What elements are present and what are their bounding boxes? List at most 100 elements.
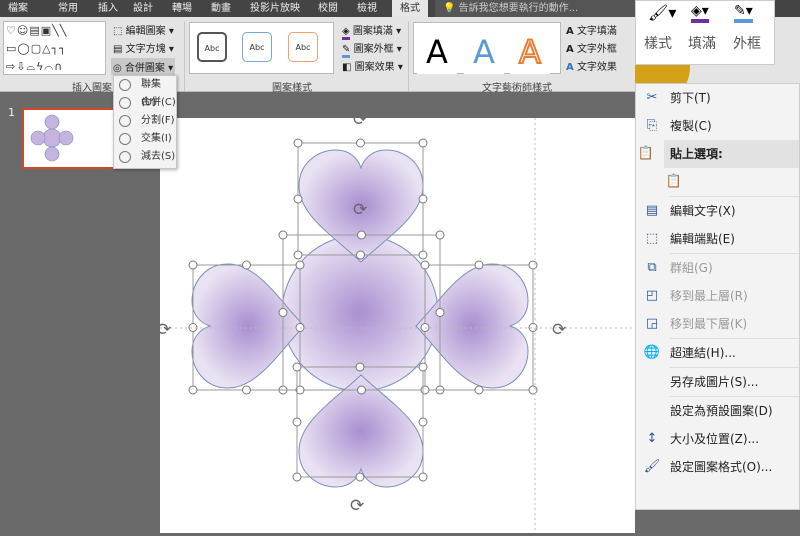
format-shape-icon: 🖌 [643, 459, 661, 474]
shape-fill-button[interactable]: ◈ 圖案填滿 ▾ [342, 22, 401, 40]
outline-button[interactable]: 外框 [733, 33, 761, 53]
context-menu-item[interactable]: ↕ 大小及位置(Z)... [636, 425, 799, 453]
shape-gallery[interactable]: ♡☺▤▣╲╲ ▭◯▢△┐┐ ⇨⇩⌓ϟ⌒∩ [3, 21, 106, 75]
merge-menu-item[interactable]: 交集(I) [114, 130, 176, 148]
context-menu-item[interactable]: 另存成圖片(S)... [636, 368, 799, 396]
shape-style-3[interactable]: Abc [288, 32, 318, 62]
rotate-handle-icon[interactable]: ⟳ [552, 320, 566, 340]
resize-handle[interactable] [528, 385, 538, 395]
context-menu-item[interactable]: ◲ 移到最下層(K) [636, 310, 799, 338]
resize-handle[interactable] [356, 250, 365, 260]
rotate-handle-icon[interactable]: ⟳ [350, 496, 364, 516]
tab-1[interactable]: 常用 [58, 0, 78, 17]
fill-button[interactable]: 填滿 [688, 33, 716, 53]
wordart-style-1[interactable]: A [417, 30, 457, 74]
context-menu-item[interactable]: ⎘ 複製(C) [636, 112, 799, 140]
resize-handle[interactable] [293, 194, 303, 204]
resize-handle[interactable] [356, 138, 365, 148]
context-menu-item[interactable]: 📋 [636, 168, 799, 196]
context-menu-item[interactable]: 🖌 設定圖案格式(O)... [636, 453, 799, 481]
context-menu-item[interactable]: ⧉ 群組(G) [636, 254, 799, 282]
outline-icon[interactable]: ✎▾ [734, 3, 753, 23]
resize-handle[interactable] [188, 260, 198, 270]
context-menu-item[interactable]: ✂ 剪下(T) [636, 84, 799, 112]
shape-outline-button[interactable]: ✎ 圖案外框 ▾ [342, 40, 402, 58]
wordart-style-3[interactable]: A [510, 30, 550, 74]
context-menu-item[interactable]: 🌐 超連結(H)... [636, 339, 799, 367]
resize-handle[interactable] [293, 138, 303, 148]
style-button[interactable]: 樣式 [644, 33, 672, 53]
context-menu-item[interactable]: ⬚ 編輯端點(E) [636, 225, 799, 253]
tab-3[interactable]: 設計 [133, 0, 153, 17]
resize-handle[interactable] [474, 260, 484, 270]
wordart-gallery[interactable]: A A A [413, 22, 561, 74]
shape-style-2[interactable]: Abc [242, 32, 272, 62]
text-effects-button[interactable]: A 文字效果 [566, 58, 617, 73]
context-menu-item[interactable]: ▤ 編輯文字(X) [636, 197, 799, 225]
resize-handle[interactable] [435, 308, 445, 317]
resize-handle[interactable] [357, 385, 366, 395]
resize-handle[interactable] [357, 230, 366, 240]
resize-handle[interactable] [418, 138, 428, 148]
slide-number: 1 [8, 106, 15, 119]
resize-handle[interactable] [278, 308, 288, 317]
resize-handle[interactable] [528, 260, 538, 270]
rotate-handle-icon[interactable]: ⟳ [353, 110, 367, 130]
shape-style-1[interactable]: Abc [197, 32, 227, 62]
tab-6[interactable]: 投影片放映 [250, 0, 300, 17]
context-menu-item[interactable]: ◰ 移到最上層(R) [636, 282, 799, 310]
resize-handle[interactable] [242, 260, 251, 270]
slide-canvas[interactable]: ⟳ ⟳ ⟳ ⟳ ⟳ [157, 110, 635, 533]
shape-style-gallery[interactable]: Abc Abc Abc [189, 22, 334, 74]
resize-handle[interactable] [418, 250, 428, 260]
resize-handle[interactable] [474, 385, 484, 395]
merge-menu-item[interactable]: 合併(C) [114, 94, 176, 112]
resize-handle[interactable] [355, 362, 365, 372]
shape-effects-button[interactable]: ◧ 圖案效果 ▾ [342, 58, 403, 73]
resize-handle[interactable] [292, 472, 302, 482]
resize-handle[interactable] [292, 417, 302, 427]
resize-handle[interactable] [420, 260, 430, 270]
merged-hearts-shape[interactable]: ⟳ ⟳ ⟳ ⟳ ⟳ [157, 110, 635, 533]
merge-menu-item[interactable]: 聯集(U) [114, 76, 176, 108]
text-box-button[interactable]: ▤ 文字方塊 ▾ [113, 40, 174, 55]
merge-shapes-button[interactable]: ◎ 合併圖案 ▾ [111, 58, 176, 75]
style-icon[interactable]: 🖌▾ [648, 3, 676, 22]
tab-8[interactable]: 檢視 [357, 0, 377, 17]
resize-handle[interactable] [242, 385, 251, 395]
merge-menu-item[interactable]: 分割(F) [114, 112, 176, 130]
context-menu-item[interactable]: 設定為預設圖案(D) [636, 397, 799, 425]
tab-5[interactable]: 動畫 [211, 0, 231, 17]
resize-handle[interactable] [188, 385, 198, 395]
resize-handle[interactable] [420, 385, 430, 395]
edit-text-icon: ▤ [645, 203, 659, 218]
resize-handle[interactable] [355, 472, 365, 482]
tab-0[interactable]: 檔案 [8, 0, 28, 17]
resize-handle[interactable] [418, 362, 428, 372]
resize-handle[interactable] [435, 230, 445, 240]
resize-handle[interactable] [293, 250, 303, 260]
tell-me-search[interactable]: 💡 告訴我您想要執行的動作... [435, 0, 635, 17]
rotate-handle-icon[interactable]: ⟳ [157, 320, 171, 340]
merge-op-icon [119, 115, 131, 127]
resize-handle[interactable] [418, 472, 428, 482]
rotate-handle-icon[interactable]: ⟳ [353, 200, 367, 220]
merge-op-icon [119, 133, 131, 145]
fill-icon[interactable]: ◈▾ [691, 3, 709, 23]
tab-2[interactable]: 插入 [98, 0, 118, 17]
text-outline-button[interactable]: A 文字外框 [566, 40, 617, 55]
resize-handle[interactable] [278, 230, 288, 240]
resize-handle[interactable] [418, 417, 428, 427]
wordart-style-2[interactable]: A [464, 30, 504, 74]
resize-handle[interactable] [292, 362, 302, 372]
merge-shapes-menu: 聯集(U) 合併(C) 分割(F) 交集(I) 減去(S) [113, 75, 177, 169]
search-placeholder: 告訴我您想要執行的動作... [458, 3, 579, 14]
text-fill-button[interactable]: A 文字填滿 [566, 22, 617, 37]
resize-handle[interactable] [295, 260, 305, 270]
tab-4[interactable]: 轉場 [172, 0, 192, 17]
merge-menu-item[interactable]: 減去(S) [114, 148, 176, 166]
tab-7[interactable]: 校閱 [318, 0, 338, 17]
tab-9[interactable]: 格式 [392, 0, 428, 17]
edit-shape-button[interactable]: ⬚ 編輯圖案 ▾ [113, 22, 174, 37]
resize-handle[interactable] [418, 194, 428, 204]
